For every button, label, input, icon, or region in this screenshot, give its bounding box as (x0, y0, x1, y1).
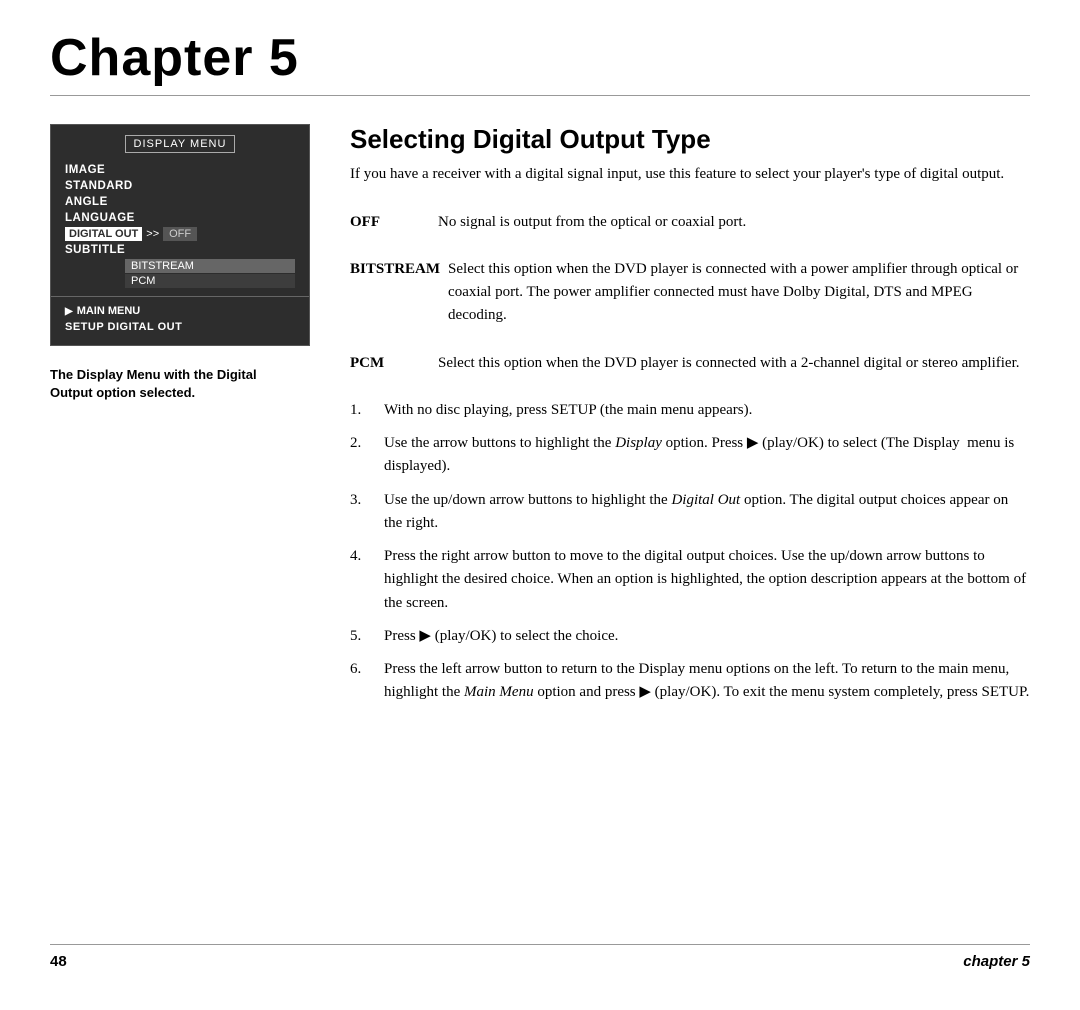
step-4-num: 4. (350, 545, 374, 615)
term-off: OFF No signal is output from the optical… (350, 211, 1030, 234)
term-bitstream-label: BITSTREAM (350, 258, 440, 328)
step-4-text: Press the right arrow button to move to … (384, 545, 1030, 615)
menu-item-standard: STANDARD (65, 179, 295, 193)
content-area: DISPLAY MENU IMAGE STANDARD ANGLE LANGUA… (50, 124, 1030, 944)
menu-item-angle: ANGLE (65, 195, 295, 209)
step-6-text: Press the left arrow button to return to… (384, 658, 1030, 705)
step-3: 3. Use the up/down arrow buttons to high… (350, 489, 1030, 536)
step-3-num: 3. (350, 489, 374, 536)
step-1: 1. With no disc playing, press SETUP (th… (350, 399, 1030, 422)
step-6-num: 6. (350, 658, 374, 705)
chapter-title: Chapter 5 (50, 30, 1030, 87)
caption-line2: Output option selected. (50, 385, 195, 400)
menu-setup: SETUP DIGITAL OUT (51, 317, 309, 335)
menu-item-subtitle: SUBTITLE (65, 243, 295, 257)
menu-item-digital-out: DIGITAL OUT (65, 227, 142, 241)
step-1-text: With no disc playing, press SETUP (the m… (384, 399, 1030, 422)
footer-chapter-label: chapter 5 (963, 953, 1030, 970)
section-header: Selecting Digital Output Type If you hav… (350, 124, 1030, 196)
menu-item-image: IMAGE (65, 163, 295, 177)
footer-page-number: 48 (50, 953, 67, 970)
intro-text: If you have a receiver with a digital si… (350, 163, 1030, 186)
menu-submenu-bitstream: BITSTREAM (125, 259, 295, 273)
steps-list: 1. With no disc playing, press SETUP (th… (350, 399, 1030, 705)
right-column: Selecting Digital Output Type If you hav… (350, 124, 1030, 944)
step-2-num: 2. (350, 432, 374, 479)
term-off-label: OFF (350, 211, 430, 234)
page-container: Chapter 5 DISPLAY MENU IMAGE STANDARD AN… (0, 0, 1080, 1010)
section-title: Selecting Digital Output Type (350, 124, 1030, 155)
main-menu-label: MAIN MENU (77, 305, 141, 317)
step-2-text: Use the arrow buttons to highlight the D… (384, 432, 1030, 479)
step-6: 6. Press the left arrow button to return… (350, 658, 1030, 705)
menu-item-language: LANGUAGE (65, 211, 295, 225)
term-pcm: PCM Select this option when the DVD play… (350, 352, 1030, 375)
menu-off-option: OFF (163, 227, 197, 241)
step-2: 2. Use the arrow buttons to highlight th… (350, 432, 1030, 479)
menu-divider (51, 296, 309, 297)
caption-line1: The Display Menu with the Digital (50, 367, 257, 382)
dvd-menu-box: DISPLAY MENU IMAGE STANDARD ANGLE LANGUA… (50, 124, 310, 346)
term-bitstream: BITSTREAM Select this option when the DV… (350, 258, 1030, 328)
caption: The Display Menu with the Digital Output… (50, 366, 320, 402)
chapter-header: Chapter 5 (50, 30, 1030, 96)
menu-title: DISPLAY MENU (125, 135, 236, 153)
term-pcm-desc: Select this option when the DVD player i… (438, 352, 1030, 375)
step-3-text: Use the up/down arrow buttons to highlig… (384, 489, 1030, 536)
step-1-num: 1. (350, 399, 374, 422)
left-column: DISPLAY MENU IMAGE STANDARD ANGLE LANGUA… (50, 124, 320, 944)
menu-main-menu: ▶ MAIN MENU (51, 305, 309, 317)
menu-item-subtitle-group: SUBTITLE BITSTREAM PCM (65, 243, 295, 288)
header-divider (50, 95, 1030, 96)
triangle-icon: ▶ (65, 306, 73, 317)
term-bitstream-desc: Select this option when the DVD player i… (448, 258, 1030, 328)
menu-arrow: >> (146, 228, 159, 240)
step-5-text: Press ▶ (play/OK) to select the choice. (384, 625, 1030, 648)
menu-items-list: IMAGE STANDARD ANGLE LANGUAGE DIGITAL OU… (51, 163, 309, 288)
step-5-num: 5. (350, 625, 374, 648)
step-5: 5. Press ▶ (play/OK) to select the choic… (350, 625, 1030, 648)
step-4: 4. Press the right arrow button to move … (350, 545, 1030, 615)
page-footer: 48 chapter 5 (50, 944, 1030, 970)
menu-submenu-pcm: PCM (125, 274, 295, 288)
menu-title-bar: DISPLAY MENU (51, 135, 309, 153)
menu-submenu: BITSTREAM PCM (125, 259, 295, 288)
menu-item-digital-out-row: DIGITAL OUT >> OFF (65, 227, 295, 241)
term-pcm-label: PCM (350, 352, 430, 375)
term-off-desc: No signal is output from the optical or … (438, 211, 1030, 234)
